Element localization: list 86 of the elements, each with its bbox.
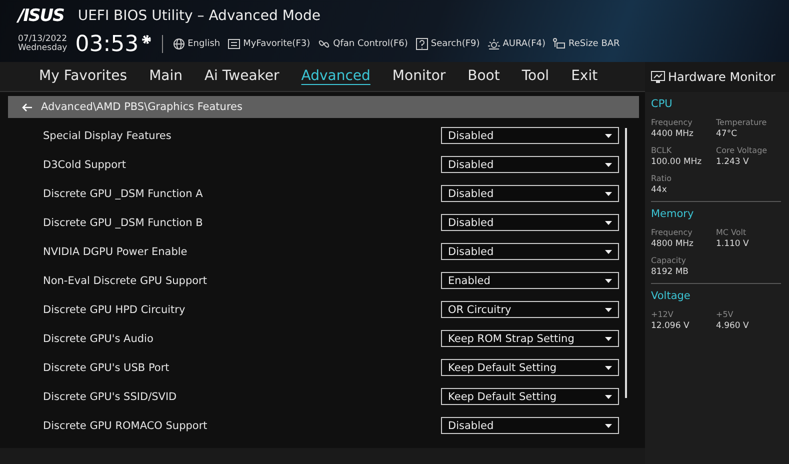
app-title: UEFI BIOS Utility – Advanced Mode [78, 8, 320, 24]
dropdown[interactable]: Enabled [441, 272, 619, 289]
menu-tab[interactable]: Exit [560, 66, 609, 88]
dropdown[interactable]: Keep Default Setting [441, 359, 619, 376]
metric-value: 12.096 V [651, 321, 690, 331]
menu-tab[interactable]: Monitor [381, 66, 457, 88]
brand-logo: /ISUS [18, 6, 64, 26]
menu-tab[interactable]: Advanced [290, 66, 382, 88]
date-text: 07/13/2022 [18, 35, 68, 44]
menu-tab[interactable]: Tool [510, 66, 560, 88]
setting-label: D3Cold Support [43, 158, 126, 170]
metric-value: 8192 MB [651, 267, 690, 277]
dropdown[interactable]: Disabled [441, 214, 619, 231]
caret-icon [605, 220, 612, 224]
toolbar-button[interactable]: MyFavorite(F3) [228, 38, 310, 50]
scrollbar[interactable] [625, 128, 627, 398]
metric-label: +12V [651, 310, 674, 319]
setting-label: Discrete GPU's Audio [43, 332, 154, 344]
caret-icon [605, 192, 612, 196]
sun-icon [488, 38, 500, 50]
caret-icon [605, 394, 612, 398]
section-heading: Memory [651, 208, 695, 220]
caret-icon [605, 366, 612, 370]
panel-title: Hardware Monitor [668, 70, 776, 84]
section-heading: CPU [651, 98, 674, 110]
globe-icon [172, 38, 185, 50]
setting-label: Discrete GPU _DSM Function B [43, 216, 203, 228]
metric-label: BCLK [651, 146, 673, 155]
dropdown[interactable]: Keep ROM Strap Setting [441, 330, 619, 347]
setting-label: Discrete GPU HPD Circuitry [43, 304, 186, 316]
dropdown[interactable]: Disabled [441, 185, 619, 202]
metric-value: 1.243 V [716, 157, 750, 167]
caret-icon [605, 278, 612, 282]
metric-label: MC Volt [716, 228, 748, 237]
metric-value: 4400 MHz [651, 129, 695, 139]
metric-label: Frequency [651, 118, 694, 127]
metric-value: 4.960 V [716, 321, 750, 331]
caret-icon [605, 134, 612, 138]
setting-label: NVIDIA DGPU Power Enable [43, 246, 188, 258]
menu-tab[interactable]: Ai Tweaker [193, 66, 290, 88]
back-arrow-icon[interactable] [22, 102, 33, 112]
menu-tab[interactable]: Main [138, 66, 194, 88]
dropdown[interactable]: Disabled [441, 127, 619, 144]
dropdown[interactable]: Disabled [441, 243, 619, 260]
toolbar-button[interactable]: Search(F9) [416, 38, 480, 50]
caret-icon [605, 162, 612, 166]
toolbar-button[interactable]: Qfan Control(F6) [318, 38, 408, 50]
metric-value: 47°C [716, 129, 738, 139]
metric-label: +5V [716, 310, 734, 319]
menu-tab[interactable]: My Favorites [28, 66, 138, 88]
metric-value: 44x [651, 185, 668, 195]
setting-label: Non-Eval Discrete GPU Support [43, 274, 207, 286]
list-icon [228, 38, 240, 50]
gear-icon[interactable] [140, 34, 152, 45]
toolbar-button[interactable]: ReSize BAR [553, 38, 620, 50]
metric-value: 4800 MHz [651, 239, 695, 249]
setting-label: Discrete GPU's SSID/SVID [43, 390, 177, 402]
monitor-icon [651, 71, 665, 83]
caret-icon [605, 250, 612, 254]
metric-label: Ratio [651, 174, 673, 183]
weekday-text: Wednesday [18, 44, 68, 53]
setting-label: Discrete GPU ROMACO Support [43, 420, 208, 432]
setting-label: Discrete GPU's USB Port [43, 362, 170, 374]
caret-icon [605, 308, 612, 312]
toolbar-button[interactable]: English [172, 38, 220, 50]
metric-value: 100.00 MHz [651, 157, 703, 167]
clock-time: 03:53 [75, 32, 139, 56]
dropdown[interactable]: Disabled [441, 156, 619, 173]
metric-value: 1.110 V [716, 239, 750, 249]
metric-label: Capacity [651, 256, 687, 265]
card-icon [553, 38, 566, 50]
menu-tab[interactable]: Boot [456, 66, 511, 88]
metric-label: Core Voltage [716, 146, 768, 155]
setting-label: Special Display Features [43, 130, 172, 142]
breadcrumb-path: Advanced\AMD PBS\Graphics Features [41, 101, 242, 113]
setting-label: Discrete GPU _DSM Function A [43, 188, 203, 200]
toolbar-button[interactable]: AURA(F4) [488, 38, 546, 50]
help-icon [416, 38, 428, 50]
caret-icon [605, 424, 612, 428]
dropdown[interactable]: OR Circuitry [441, 301, 619, 318]
metric-label: Frequency [651, 228, 694, 237]
section-heading: Voltage [651, 290, 692, 302]
dropdown[interactable]: Keep Default Setting [441, 388, 619, 405]
dropdown[interactable]: Disabled [441, 417, 619, 434]
caret-icon [605, 336, 612, 340]
metric-label: Temperature [716, 118, 768, 127]
